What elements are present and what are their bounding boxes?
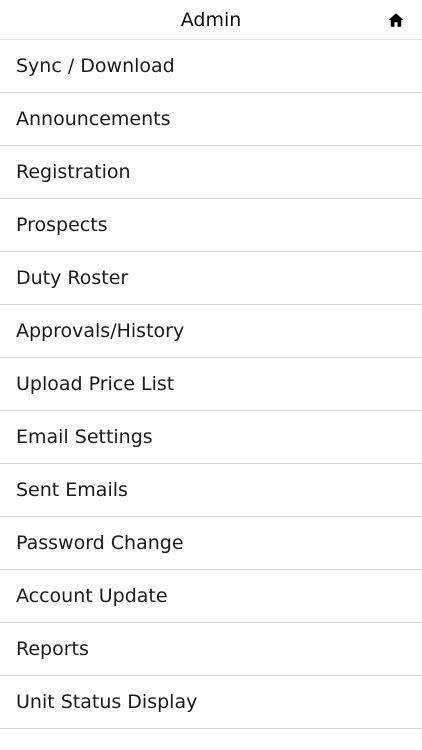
menu-item-label: Approvals/History: [16, 320, 185, 342]
menu-item-unit-status-display[interactable]: Unit Status Display: [0, 676, 422, 729]
menu-item-label: Reports: [16, 638, 89, 660]
menu-item-account-update[interactable]: Account Update: [0, 570, 422, 623]
menu-item-label: Sent Emails: [16, 479, 128, 501]
menu-item-email-settings[interactable]: Email Settings: [0, 411, 422, 464]
admin-menu: Sync / Download Announcements Registrati…: [0, 40, 422, 750]
menu-item-partial[interactable]: [0, 729, 422, 750]
menu-item-sync-download[interactable]: Sync / Download: [0, 40, 422, 93]
menu-item-label: Account Update: [16, 585, 168, 607]
menu-item-password-change[interactable]: Password Change: [0, 517, 422, 570]
page-title: Admin: [180, 8, 242, 31]
menu-item-duty-roster[interactable]: Duty Roster: [0, 252, 422, 305]
menu-item-label: Upload Price List: [16, 373, 175, 395]
menu-item-prospects[interactable]: Prospects: [0, 199, 422, 252]
menu-item-announcements[interactable]: Announcements: [0, 93, 422, 146]
menu-item-label: Announcements: [16, 108, 171, 130]
home-button[interactable]: [386, 10, 406, 30]
menu-item-label: Password Change: [16, 532, 184, 554]
header-bar: Admin: [0, 0, 422, 40]
menu-item-label: Sync / Download: [16, 55, 175, 77]
admin-screen: Admin Sync / Download Announcements Regi…: [0, 0, 422, 750]
menu-item-reports[interactable]: Reports: [0, 623, 422, 676]
menu-item-sent-emails[interactable]: Sent Emails: [0, 464, 422, 517]
menu-item-approvals-history[interactable]: Approvals/History: [0, 305, 422, 358]
menu-item-registration[interactable]: Registration: [0, 146, 422, 199]
home-icon: [388, 13, 404, 27]
menu-item-label: Registration: [16, 161, 131, 183]
menu-item-label: Unit Status Display: [16, 691, 198, 713]
menu-item-label: Prospects: [16, 214, 108, 236]
menu-item-label: Email Settings: [16, 426, 153, 448]
menu-item-upload-price-list[interactable]: Upload Price List: [0, 358, 422, 411]
menu-item-label: Duty Roster: [16, 267, 129, 289]
